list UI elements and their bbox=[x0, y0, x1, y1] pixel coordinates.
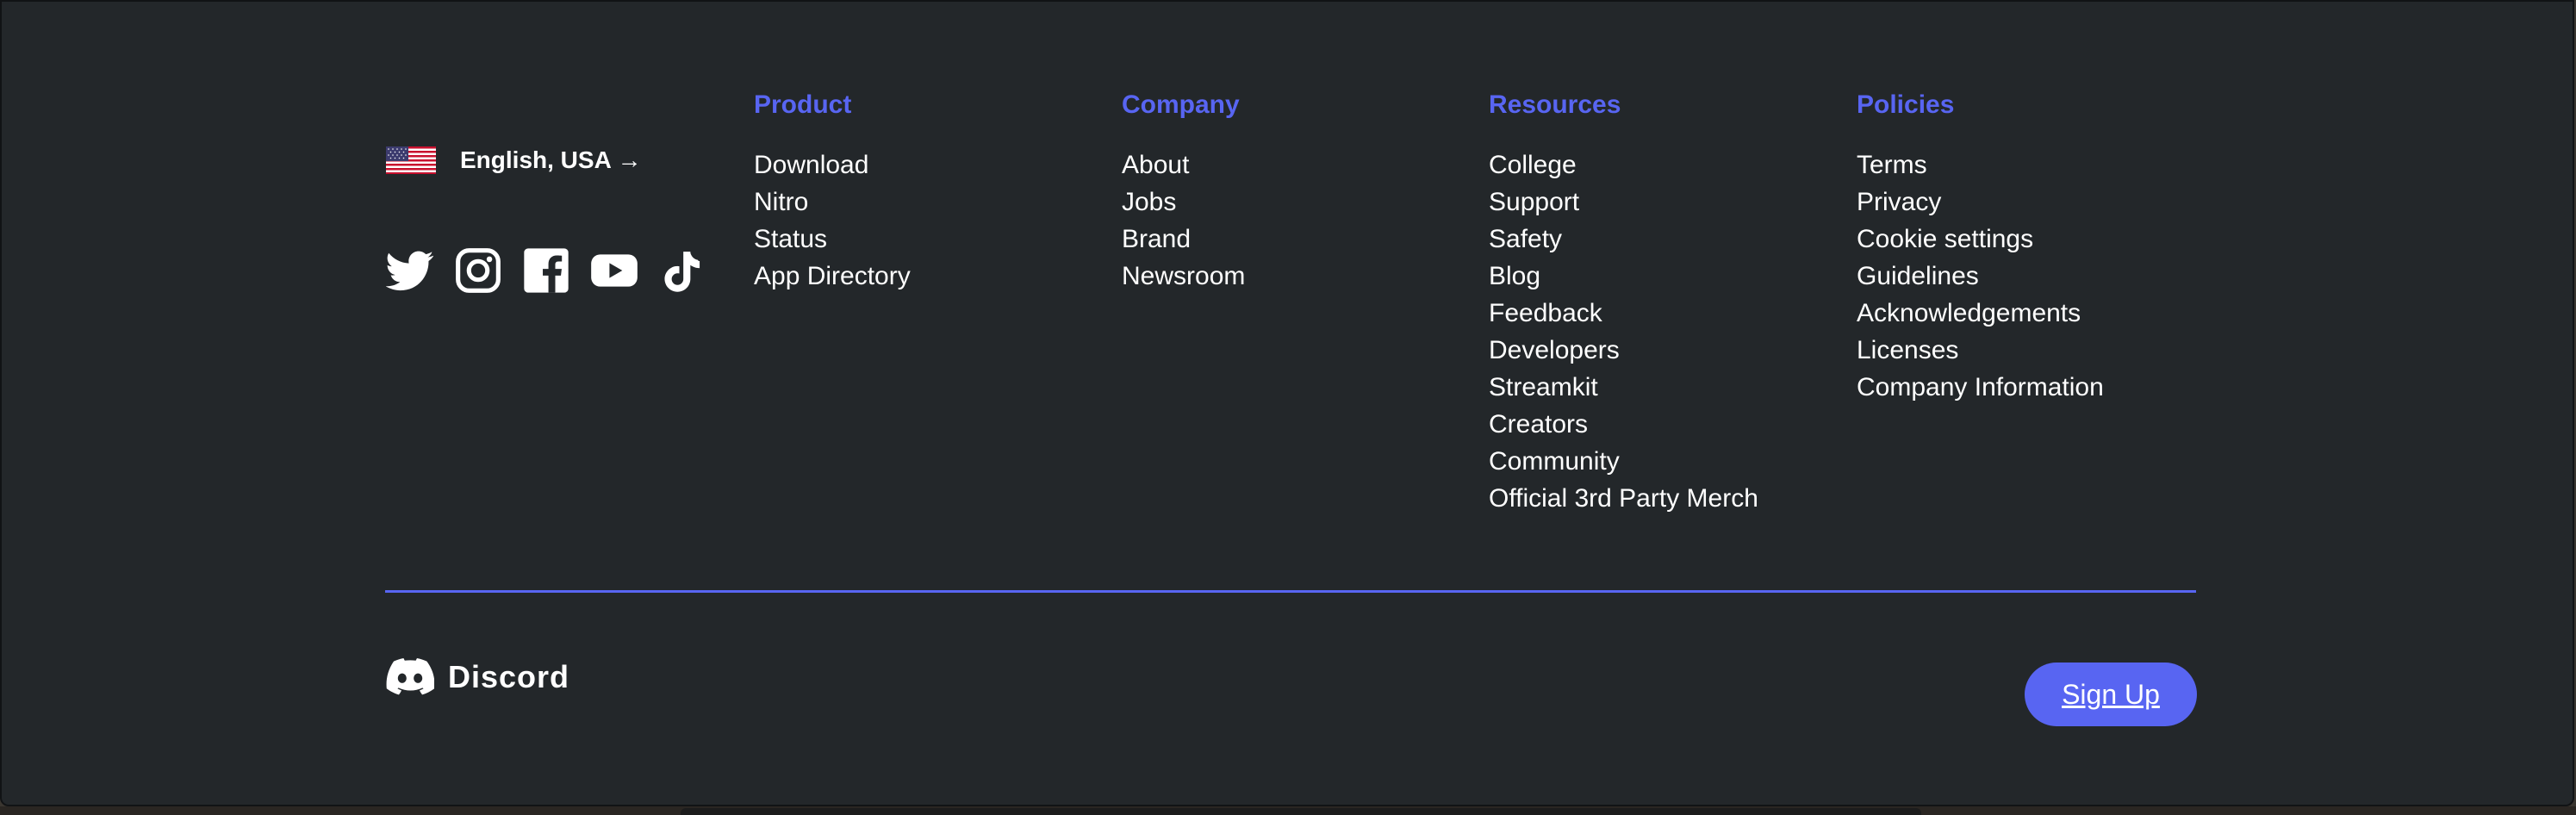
footer-link[interactable]: Creators bbox=[1489, 406, 1758, 443]
footer-link[interactable]: Download bbox=[754, 146, 911, 184]
column-title: Resources bbox=[1489, 90, 1621, 119]
footer-link[interactable]: Blog bbox=[1489, 258, 1758, 295]
footer-link[interactable]: App Directory bbox=[754, 258, 911, 295]
facebook-icon[interactable] bbox=[522, 246, 570, 295]
footer-link[interactable]: Terms bbox=[1857, 146, 2104, 184]
site-footer: English, USA → Product Download Nitro St… bbox=[0, 0, 2574, 806]
language-selector[interactable]: English, USA → bbox=[386, 146, 642, 174]
footer-link[interactable]: Acknowledgements bbox=[1857, 295, 2104, 332]
instagram-icon[interactable] bbox=[454, 246, 502, 295]
footer-link[interactable]: Support bbox=[1489, 184, 1758, 221]
footer-column-company: Company About Jobs Brand Newsroom bbox=[1122, 88, 1245, 295]
footer-link[interactable]: Newsroom bbox=[1122, 258, 1245, 295]
footer-divider bbox=[385, 590, 2196, 593]
footer-link[interactable]: About bbox=[1122, 146, 1245, 184]
discord-icon bbox=[386, 658, 434, 696]
footer-link[interactable]: Cookie settings bbox=[1857, 221, 2104, 258]
us-flag-icon bbox=[386, 146, 436, 174]
footer-link[interactable]: Feedback bbox=[1489, 295, 1758, 332]
footer-link[interactable]: Developers bbox=[1489, 332, 1758, 369]
footer-link[interactable]: Status bbox=[754, 221, 911, 258]
discord-logo[interactable]: Discord bbox=[386, 658, 569, 696]
footer-link[interactable]: Streamkit bbox=[1489, 369, 1758, 406]
column-title: Product bbox=[754, 90, 852, 119]
window-bottom-edge bbox=[0, 806, 2576, 815]
twitter-icon[interactable] bbox=[386, 246, 434, 295]
footer-link[interactable]: Licenses bbox=[1857, 332, 2104, 369]
sign-up-button[interactable]: Sign Up bbox=[2025, 663, 2197, 726]
footer-link[interactable]: Guidelines bbox=[1857, 258, 2104, 295]
footer-column-resources: Resources College Support Safety Blog Fe… bbox=[1489, 88, 1758, 517]
language-label: English, USA → bbox=[460, 146, 642, 173]
footer-link[interactable]: College bbox=[1489, 146, 1758, 184]
brand-name: Discord bbox=[448, 659, 570, 694]
footer-link[interactable]: Jobs bbox=[1122, 184, 1245, 221]
footer-link[interactable]: Safety bbox=[1489, 221, 1758, 258]
column-title: Policies bbox=[1857, 90, 1955, 119]
footer-link[interactable]: Company Information bbox=[1857, 369, 2104, 406]
footer-column-product: Product Download Nitro Status App Direct… bbox=[754, 88, 911, 295]
social-links bbox=[386, 246, 706, 295]
column-title: Company bbox=[1122, 90, 1240, 119]
tiktok-icon[interactable] bbox=[658, 246, 706, 295]
youtube-icon[interactable] bbox=[590, 246, 638, 295]
footer-link[interactable]: Brand bbox=[1122, 221, 1245, 258]
footer-link[interactable]: Nitro bbox=[754, 184, 911, 221]
background-bar bbox=[681, 808, 1921, 815]
footer-link[interactable]: Community bbox=[1489, 443, 1758, 480]
footer-link[interactable]: Privacy bbox=[1857, 184, 2104, 221]
footer-column-policies: Policies Terms Privacy Cookie settings G… bbox=[1857, 88, 2104, 406]
footer-left-panel: English, USA → bbox=[386, 146, 700, 293]
footer-link[interactable]: Official 3rd Party Merch bbox=[1489, 480, 1758, 517]
